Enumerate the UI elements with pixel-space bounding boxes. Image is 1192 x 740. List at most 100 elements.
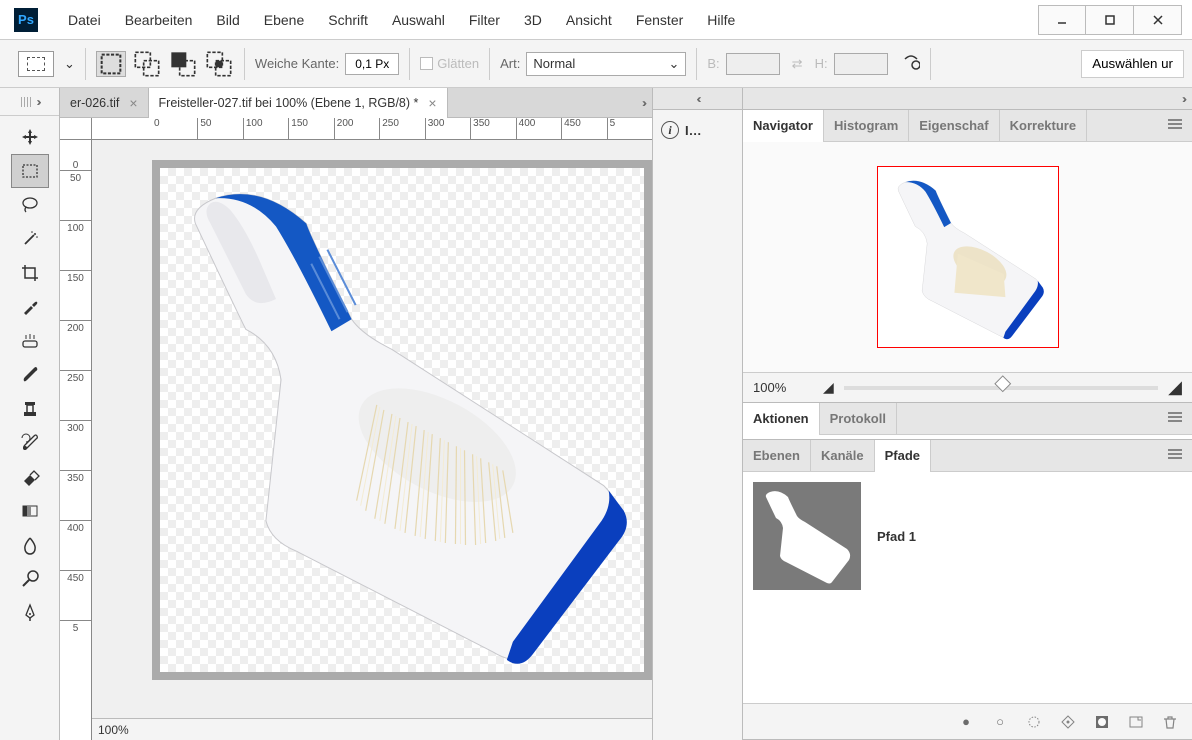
options-bar: ⌄ Weiche Kante: Glätten Art: Normal ⌄ B:… <box>0 40 1192 88</box>
menu-schrift[interactable]: Schrift <box>316 0 380 40</box>
window-controls <box>1038 5 1182 35</box>
menu-fenster[interactable]: Fenster <box>624 0 695 40</box>
menu-3d[interactable]: 3D <box>512 0 554 40</box>
collapse-arrow-icon[interactable]: ‹‹ <box>697 92 699 106</box>
blur-tool[interactable] <box>11 528 49 562</box>
select-subject-button[interactable]: Auswählen ur <box>1081 50 1184 78</box>
selection-from-path-icon[interactable] <box>1026 714 1042 730</box>
close-icon[interactable]: × <box>428 95 436 111</box>
new-path-icon[interactable] <box>1128 714 1144 730</box>
zoom-out-icon[interactable]: ◢ <box>823 379 834 396</box>
pen-tool[interactable] <box>11 596 49 630</box>
navigator-panel: Navigator Histogram Eigenschaf Korrektur… <box>743 110 1192 403</box>
document-area: er-026.tif × Freisteller-027.tif bei 100… <box>60 88 652 740</box>
menu-bearbeiten[interactable]: Bearbeiten <box>113 0 205 40</box>
marquee-tool[interactable] <box>11 154 49 188</box>
chevron-right-icon[interactable]: ›› <box>37 95 39 109</box>
toolbox-header: ›› <box>0 88 59 116</box>
path-from-selection-icon[interactable] <box>1060 714 1076 730</box>
chevron-down-icon: ⌄ <box>668 56 679 72</box>
navigator-thumbnail[interactable] <box>877 166 1059 348</box>
close-icon[interactable]: × <box>129 95 137 111</box>
fill-path-icon[interactable]: ● <box>958 714 974 730</box>
panel-menu-button[interactable] <box>1158 118 1192 133</box>
document-tab[interactable]: er-026.tif × <box>60 88 149 118</box>
tool-preset-dropdown[interactable] <box>18 51 54 77</box>
canvas-wrap: 0 50 100 150 200 250 300 350 400 450 5 0… <box>60 118 652 740</box>
brush-tool[interactable] <box>11 358 49 392</box>
close-button[interactable] <box>1134 5 1182 35</box>
lasso-tool[interactable] <box>11 188 49 222</box>
dodge-tool[interactable] <box>11 562 49 596</box>
panel-menu-button[interactable] <box>1158 411 1192 426</box>
selection-new-button[interactable] <box>96 51 126 77</box>
canvas-viewport[interactable] <box>92 140 652 718</box>
selection-add-button[interactable] <box>132 51 162 77</box>
document-tab[interactable]: Freisteller-027.tif bei 100% (Ebene 1, R… <box>149 88 448 118</box>
paths-body: Pfad 1 <box>743 472 1192 703</box>
zoom-in-icon[interactable]: ◢ <box>1168 377 1182 398</box>
menu-ebene[interactable]: Ebene <box>252 0 316 40</box>
selection-subtract-button[interactable] <box>168 51 198 77</box>
tab-navigator[interactable]: Navigator <box>743 110 824 142</box>
toolbox: ›› <box>0 88 60 740</box>
tab-pfade[interactable]: Pfade <box>875 440 931 472</box>
clone-stamp-tool[interactable] <box>11 392 49 426</box>
minimize-button[interactable] <box>1038 5 1086 35</box>
history-brush-tool[interactable] <box>11 426 49 460</box>
menu-hilfe[interactable]: Hilfe <box>695 0 747 40</box>
tab-aktionen[interactable]: Aktionen <box>743 403 820 435</box>
menu-ansicht[interactable]: Ansicht <box>554 0 624 40</box>
zoom-status[interactable]: 100% <box>98 723 158 737</box>
paths-footer: ● ○ <box>743 703 1192 739</box>
chevron-down-icon[interactable]: ⌄ <box>64 56 75 72</box>
tab-kanaele[interactable]: Kanäle <box>811 440 875 472</box>
menu-bild[interactable]: Bild <box>204 0 251 40</box>
actions-body <box>743 435 1192 439</box>
add-mask-icon[interactable] <box>1094 714 1110 730</box>
maximize-button[interactable] <box>1086 5 1134 35</box>
zoom-slider[interactable] <box>844 386 1158 390</box>
dustpan-brush-image <box>160 168 644 672</box>
stroke-path-icon[interactable]: ○ <box>992 714 1008 730</box>
crop-tool[interactable] <box>11 256 49 290</box>
swap-icon: ⇄ <box>792 56 803 72</box>
status-bar: 100% <box>92 718 652 740</box>
panel-menu-button[interactable] <box>1158 448 1192 463</box>
navigator-zoom-value[interactable]: 100% <box>753 380 813 395</box>
magic-wand-tool[interactable] <box>11 222 49 256</box>
navigator-body <box>743 142 1192 372</box>
drag-handle-icon[interactable] <box>21 97 31 107</box>
refine-icon[interactable] <box>902 53 920 74</box>
tab-overflow-button[interactable]: ›› <box>634 96 652 110</box>
collapse-arrow-icon[interactable]: ›› <box>1182 92 1184 106</box>
healing-brush-tool[interactable] <box>11 324 49 358</box>
feather-label: Weiche Kante: <box>255 56 339 71</box>
move-tool[interactable] <box>11 120 49 154</box>
gradient-tool[interactable] <box>11 494 49 528</box>
tab-histogram[interactable]: Histogram <box>824 110 909 142</box>
selection-intersect-button[interactable] <box>204 51 234 77</box>
width-label: B: <box>707 56 719 71</box>
ruler-vertical: 0 50 100 150 200 250 300 350 400 450 5 <box>60 140 92 740</box>
slider-thumb-icon[interactable] <box>994 375 1011 392</box>
path-label: Pfad 1 <box>877 529 916 544</box>
info-panel-collapsed[interactable]: i I… <box>653 110 742 150</box>
path-item[interactable]: Pfad 1 <box>753 482 1182 590</box>
app-logo: Ps <box>14 8 38 32</box>
tab-eigenschaften[interactable]: Eigenschaf <box>909 110 999 142</box>
feather-input[interactable] <box>345 53 399 75</box>
delete-path-icon[interactable] <box>1162 714 1178 730</box>
tab-korrekturen[interactable]: Korrekture <box>1000 110 1087 142</box>
menu-auswahl[interactable]: Auswahl <box>380 0 457 40</box>
tab-ebenen[interactable]: Ebenen <box>743 440 811 472</box>
eraser-tool[interactable] <box>11 460 49 494</box>
canvas[interactable] <box>160 168 644 672</box>
tab-protokoll[interactable]: Protokoll <box>820 403 897 435</box>
menu-datei[interactable]: Datei <box>56 0 113 40</box>
eyedropper-tool[interactable] <box>11 290 49 324</box>
menu-filter[interactable]: Filter <box>457 0 512 40</box>
panel-stack: ›› Navigator Histogram Eigenschaf Korrek… <box>743 88 1192 740</box>
style-select[interactable]: Normal ⌄ <box>526 52 686 76</box>
marquee-preset-icon <box>27 57 45 71</box>
